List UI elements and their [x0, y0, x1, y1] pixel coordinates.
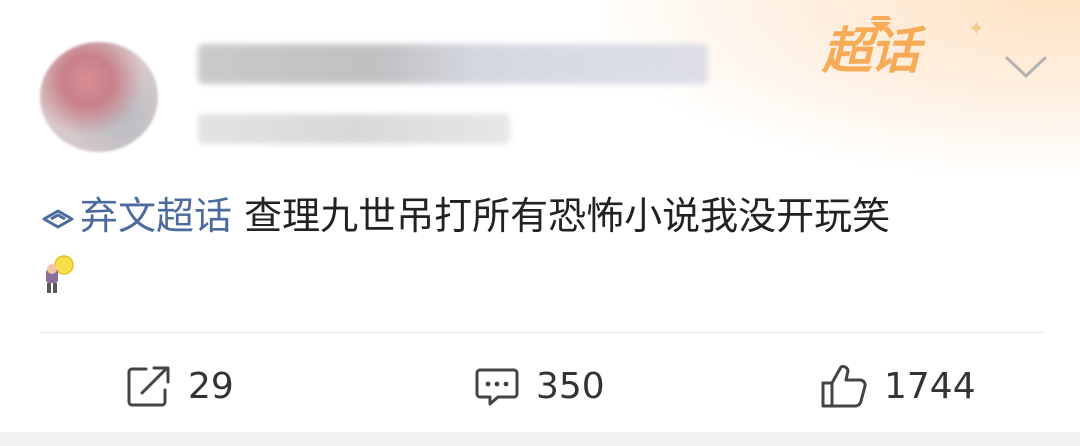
- comment-count: 350: [536, 365, 605, 407]
- topic-link[interactable]: 弃文超话: [40, 194, 232, 238]
- comment-icon: [475, 368, 519, 406]
- thumbs-up-icon: [821, 365, 867, 408]
- post-body-text: 查理九世吊打所有恐怖小说我没开玩笑: [244, 194, 891, 238]
- sparkle-icon: ✦: [968, 16, 985, 40]
- post-meta-redacted: [198, 114, 510, 144]
- share-icon: [127, 366, 170, 407]
- feed-separator: [0, 432, 1080, 446]
- repost-button[interactable]: 29: [126, 340, 234, 432]
- topic-link-label: 弃文超话: [80, 194, 233, 238]
- chevron-down-icon[interactable]: [1003, 52, 1049, 82]
- divider: [40, 332, 1044, 333]
- like-count: 1744: [884, 365, 976, 407]
- post-card: 超话 ✦ 弃文超话 查理九世吊打所有恐怖小说我没开玩笑 29 350 1744: [0, 0, 1080, 446]
- diamond-icon: [42, 209, 74, 229]
- comment-button[interactable]: 350: [474, 340, 605, 432]
- like-button[interactable]: 1744: [820, 340, 976, 432]
- repost-count: 29: [188, 365, 234, 407]
- post-content: 弃文超话 查理九世吊打所有恐怖小说我没开玩笑: [40, 184, 1050, 248]
- avatar[interactable]: [40, 42, 158, 152]
- gem-icon: [870, 16, 892, 32]
- lightbulb-kid-emoji: [46, 255, 74, 293]
- action-bar: 29 350 1744: [0, 340, 1080, 432]
- username-redacted[interactable]: [198, 44, 708, 84]
